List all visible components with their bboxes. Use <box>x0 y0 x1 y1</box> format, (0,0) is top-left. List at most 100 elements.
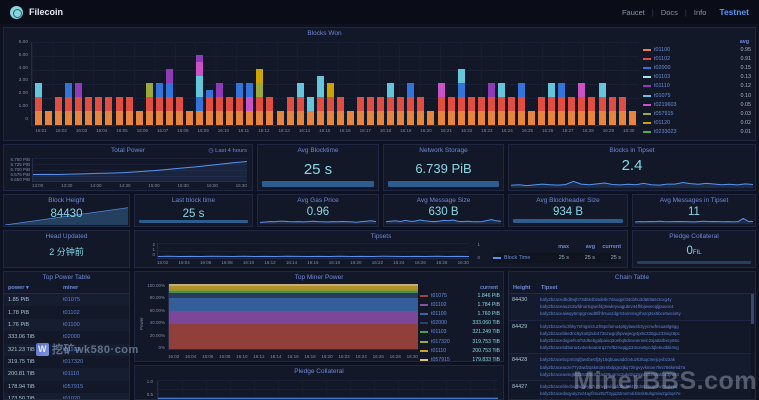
miner-link[interactable]: t01075 <box>63 297 80 303</box>
miner-link[interactable]: t017320 <box>63 359 83 365</box>
stacked-bar[interactable] <box>407 83 414 125</box>
avg-blocktime-title[interactable]: Avg Blocktime <box>258 145 378 156</box>
pledge-collateral-chart-title[interactable]: Pledge Collateral <box>135 366 503 377</box>
cid-link[interactable]: bafy2bzacedujpefs4rh2d5ebgalpaioq3oebq5d… <box>540 337 752 344</box>
legend-row[interactable]: t02000333.060 TiB <box>420 319 500 328</box>
tipsets-title[interactable]: Tipsets <box>135 231 627 242</box>
legend-row[interactable]: t017320319.753 TiB <box>420 337 500 346</box>
stacked-bar[interactable] <box>246 83 253 125</box>
avg-gas-price-title[interactable]: Avg Gas Price <box>258 195 378 206</box>
top-power-table-title[interactable]: Top Power Table <box>4 272 129 283</box>
stacked-bar[interactable] <box>216 83 223 125</box>
cid-link[interactable]: bafy2bzaceau2c2wfdnurtcgwcf4j3vwkryvagub… <box>540 303 752 310</box>
stacked-bar[interactable] <box>156 83 163 125</box>
stacked-bar[interactable] <box>65 83 72 125</box>
miner-id[interactable]: t01103 <box>431 329 458 335</box>
stacked-bar[interactable] <box>568 97 575 125</box>
miner-column-header[interactable]: miner <box>63 285 78 291</box>
head-updated-title[interactable]: Head Updated <box>4 231 129 242</box>
stacked-bar[interactable] <box>116 97 123 125</box>
avg-messages-in-tipset-title[interactable]: Avg Messages in Tipset <box>633 195 755 206</box>
legend-col-max[interactable]: max <box>543 244 569 250</box>
miner-link[interactable]: t02000 <box>63 334 80 340</box>
docs-link[interactable]: Docs <box>661 8 678 17</box>
stacked-bar[interactable] <box>528 111 535 125</box>
cid-link[interactable]: bafy2bzacebc2bky7nf4gsnzuzh5pcfamu4p5jyl… <box>540 323 752 330</box>
table-row[interactable]: 173.50 TiBt01020 <box>4 393 129 400</box>
stacked-bar[interactable] <box>55 97 62 125</box>
miner-id[interactable]: t01075 <box>431 293 458 299</box>
stacked-bar[interactable] <box>498 83 505 125</box>
last-block-time-title[interactable]: Last block time <box>135 195 252 206</box>
miner-link[interactable]: t01020 <box>63 396 80 400</box>
legend-row[interactable]: t011021.784 PiB <box>420 300 500 309</box>
stacked-bar[interactable] <box>488 83 495 125</box>
miner-link[interactable]: t01100 <box>63 322 80 328</box>
cid-link[interactable]: bafy2bzaceb6e3nc6yku6j2ub473szwgojhpvwje… <box>540 330 752 337</box>
miner-id[interactable]: t02000 <box>431 320 458 326</box>
stacked-bar[interactable] <box>448 97 455 125</box>
stacked-bar[interactable] <box>629 111 636 125</box>
power-column-header[interactable]: power ▾ <box>8 285 63 291</box>
stacked-bar[interactable] <box>478 97 485 125</box>
stacked-bar[interactable] <box>277 111 284 125</box>
legend-col-current[interactable]: current <box>595 244 621 250</box>
miner-id[interactable]: t057915 <box>431 357 458 363</box>
stacked-bar[interactable] <box>75 83 82 125</box>
stacked-bar[interactable] <box>226 97 233 125</box>
miner-id[interactable]: t01102 <box>431 302 458 308</box>
legend-row[interactable]: t011030.13 <box>643 73 751 82</box>
blocks-in-tipset-title[interactable]: Blocks in Tipset <box>509 145 755 156</box>
avg-blockheader-size-title[interactable]: Avg Blockheader Size <box>509 195 627 206</box>
legend-row[interactable]: t02196030.05 <box>643 100 751 109</box>
top-miner-power-title[interactable]: Top Miner Power <box>135 272 503 283</box>
table-row[interactable]: 1.78 PiBt01102 <box>4 306 129 318</box>
stacked-bar[interactable] <box>196 55 203 125</box>
stacked-bar[interactable] <box>367 97 374 125</box>
avg-message-size-title[interactable]: Avg Message Size <box>384 195 503 206</box>
miner-id[interactable]: t01120 <box>654 120 725 126</box>
stacked-bar[interactable] <box>508 97 515 125</box>
miner-id[interactable]: t01100 <box>654 47 725 53</box>
stacked-bar[interactable] <box>266 97 273 125</box>
series-name[interactable]: Block Time <box>504 255 543 261</box>
miner-link[interactable]: t01102 <box>63 310 80 316</box>
stacked-bar[interactable] <box>538 97 545 125</box>
block-time-legend-row[interactable]: Block Time 25 s 25 s 25 s <box>493 253 621 263</box>
stacked-bar[interactable] <box>166 69 173 125</box>
stacked-bar[interactable] <box>186 111 193 125</box>
stacked-bar[interactable] <box>136 111 143 125</box>
stacked-bar[interactable] <box>578 83 585 125</box>
stacked-bar[interactable] <box>287 97 294 125</box>
stacked-bar[interactable] <box>609 97 616 125</box>
stacked-bar[interactable] <box>558 83 565 125</box>
tipset-column-header[interactable]: Tipset <box>541 285 557 291</box>
miner-id[interactable]: t01103 <box>654 74 725 80</box>
legend-row[interactable]: t011200.02 <box>643 119 751 128</box>
stacked-bar[interactable] <box>599 83 606 125</box>
miner-link[interactable]: t057915 <box>63 384 83 390</box>
stacked-bar[interactable] <box>317 76 324 125</box>
stacked-bar[interactable] <box>347 111 354 125</box>
stacked-bar[interactable] <box>588 97 595 125</box>
miner-id[interactable]: t01110 <box>654 83 725 89</box>
stacked-bar[interactable] <box>176 97 183 125</box>
stacked-bar[interactable] <box>35 83 42 125</box>
legend-row[interactable]: t011020.91 <box>643 54 751 63</box>
table-row[interactable]: 1.76 PiBt01100 <box>4 319 129 331</box>
height-column-header[interactable]: Height <box>513 285 541 291</box>
time-range-control[interactable]: ◷ Last 4 hours <box>208 148 247 154</box>
info-link[interactable]: Info <box>694 8 707 17</box>
table-row[interactable]: 1.85 PiBt01075 <box>4 294 129 306</box>
legend-row[interactable]: t011001.760 PiB <box>420 309 500 318</box>
stacked-bar[interactable] <box>357 97 364 125</box>
miner-id[interactable]: t057915 <box>654 111 725 117</box>
stacked-bar[interactable] <box>458 69 465 125</box>
network-storage-title[interactable]: Network Storage <box>384 145 503 156</box>
stacked-bar[interactable] <box>427 111 434 125</box>
table-row[interactable]: 178.94 TiBt057915 <box>4 381 129 393</box>
legend-row[interactable]: t02330230.01 <box>643 128 751 137</box>
stacked-bar[interactable] <box>297 83 304 125</box>
stacked-bar[interactable] <box>518 83 525 125</box>
table-row[interactable]: 319.75 TiBt017320 <box>4 356 129 368</box>
